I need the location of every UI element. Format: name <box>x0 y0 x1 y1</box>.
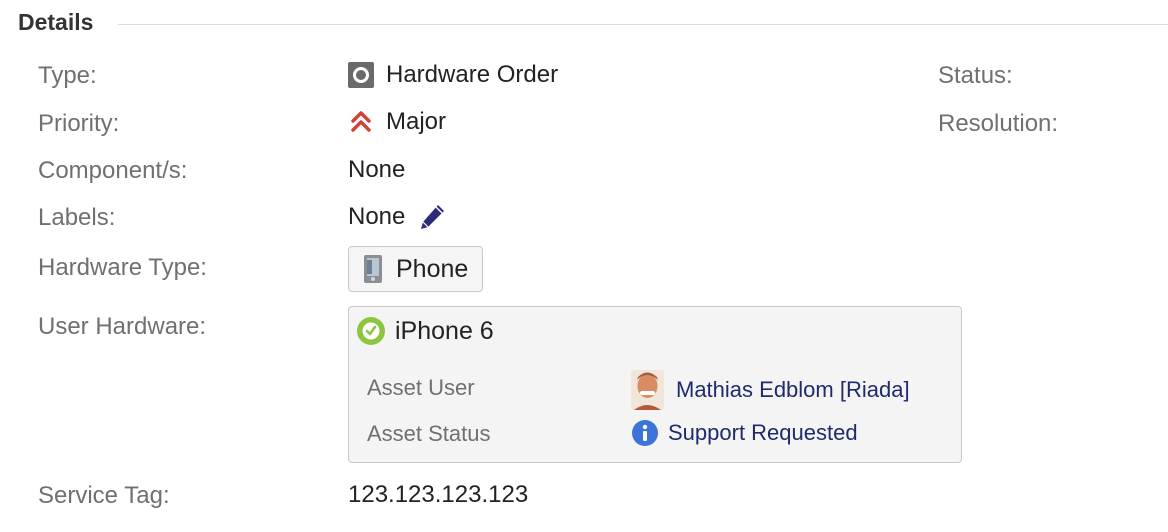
hardware-type-chip[interactable]: Phone <box>348 246 483 292</box>
asset-status-text: Support Requested <box>668 420 858 445</box>
asset-user-label: Asset User <box>367 375 475 400</box>
check-circle-icon <box>356 316 386 346</box>
type-value-text: Hardware Order <box>386 61 559 88</box>
details-section-header[interactable]: Details <box>18 6 1168 40</box>
labels-label: Labels: <box>38 204 116 231</box>
hardware-type-text: Phone <box>396 254 469 283</box>
user-hardware-header[interactable]: iPhone 6 <box>356 316 494 346</box>
priority-major-icon <box>348 109 374 135</box>
user-hardware-card[interactable]: iPhone 6 Asset User Mathias Edblom [Riad… <box>348 306 962 463</box>
phone-icon <box>360 254 386 284</box>
asset-status-value[interactable]: Support Requested <box>631 419 858 447</box>
info-icon <box>631 419 659 447</box>
user-hardware-title: iPhone 6 <box>395 316 494 345</box>
section-title: Details <box>18 9 104 36</box>
status-label: Status: <box>938 62 1013 89</box>
pencil-icon[interactable] <box>417 202 447 232</box>
asset-status-label: Asset Status <box>367 421 491 446</box>
type-value: Hardware Order <box>348 61 558 89</box>
service-tag-label: Service Tag: <box>38 482 170 509</box>
issue-type-icon <box>348 62 374 88</box>
asset-user-value[interactable]: Mathias Edblom [Riada] <box>631 370 910 410</box>
type-label: Type: <box>38 62 97 89</box>
components-label: Component/s: <box>38 157 188 184</box>
labels-value-text: None <box>348 203 406 230</box>
priority-label: Priority: <box>38 110 120 137</box>
user-hardware-label: User Hardware: <box>38 313 207 340</box>
priority-value: Major <box>348 108 446 136</box>
labels-value: None <box>348 202 447 232</box>
section-divider <box>118 24 1168 25</box>
components-value: None <box>348 156 406 183</box>
hardware-type-label: Hardware Type: <box>38 254 207 281</box>
priority-value-text: Major <box>386 108 447 135</box>
service-tag-value: 123.123.123.123 <box>348 481 529 508</box>
avatar <box>631 370 664 410</box>
asset-user-name: Mathias Edblom [Riada] <box>676 377 910 402</box>
resolution-label: Resolution: <box>938 110 1059 137</box>
